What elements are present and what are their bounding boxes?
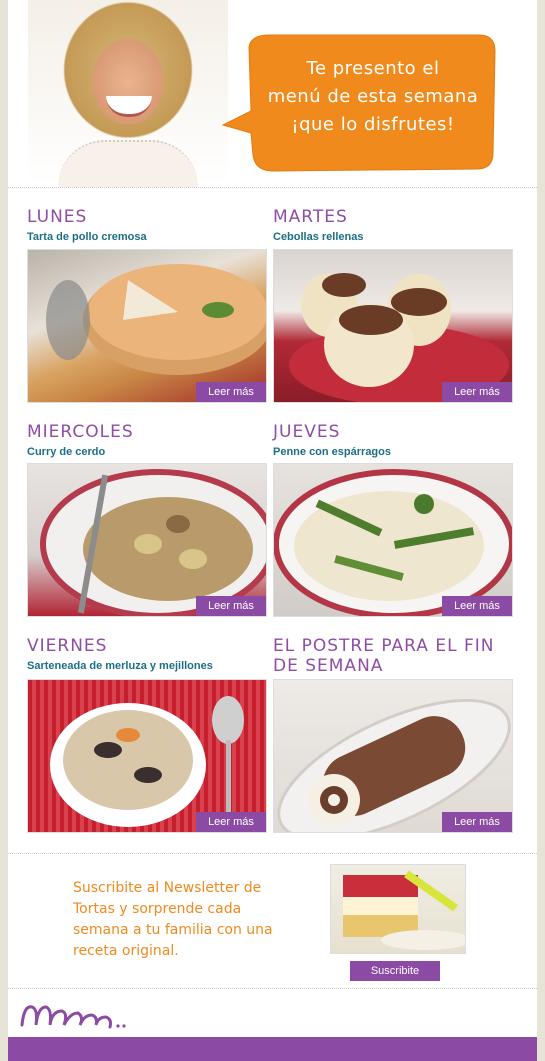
read-more-button[interactable]: Leer más — [196, 812, 266, 832]
bubble-line-2: menú de esta semana — [267, 86, 479, 107]
onions-illustration — [289, 273, 509, 402]
curry-illustration — [40, 469, 266, 616]
day-martes: MARTES Cebollas rellenas — [273, 207, 513, 245]
pie-illustration — [46, 264, 266, 375]
dish-photo-jueves[interactable]: Leer más — [273, 463, 513, 617]
day-viernes: VIERNES Sarteneada de merluza y mejillon… — [27, 636, 267, 674]
dish-photo-martes[interactable]: Leer más — [273, 249, 513, 403]
cake-illustration — [343, 870, 465, 950]
divider — [8, 853, 537, 854]
read-more-button[interactable]: Leer más — [196, 382, 266, 402]
mussels-illustration — [50, 696, 244, 827]
roll-cake-illustration — [277, 698, 511, 832]
dish-photo-lunes[interactable]: Leer más — [27, 249, 267, 403]
divider — [8, 988, 537, 989]
chef-shoulders — [58, 140, 198, 187]
chef-photo — [28, 0, 228, 187]
speech-bubble: Te presento el menú de esta semana ¡que … — [221, 33, 497, 173]
dish-link[interactable]: Penne con espárragos — [273, 446, 513, 460]
day-title: EL POSTRE PARA EL FIN DE SEMANA — [273, 636, 495, 676]
dish-link[interactable]: Tarta de pollo cremosa — [27, 231, 267, 245]
bubble-line-3: ¡que lo disfrutes! — [291, 114, 455, 135]
dish-photo-viernes[interactable]: Leer más — [27, 679, 267, 833]
mama-logo[interactable] — [18, 995, 138, 1035]
read-more-button[interactable]: Leer más — [442, 382, 512, 402]
newsletter-text: Suscribite al Newsletter de Tortas y sor… — [73, 880, 273, 959]
subscribe-button[interactable]: Suscribite — [350, 961, 440, 981]
header: Te presento el menú de esta semana ¡que … — [8, 0, 537, 187]
dish-link[interactable]: Curry de cerdo — [27, 446, 267, 460]
newsletter-email: Te presento el menú de esta semana ¡que … — [8, 0, 537, 1061]
bubble-text: Te presento el menú de esta semana ¡que … — [257, 55, 489, 139]
read-more-button[interactable]: Leer más — [196, 596, 266, 616]
footer-bar — [8, 1037, 537, 1061]
day-lunes: LUNES Tarta de pollo cremosa — [27, 207, 267, 245]
read-more-button[interactable]: Leer más — [442, 596, 512, 616]
day-title: VIERNES — [27, 636, 108, 656]
day-jueves: JUEVES Penne con espárragos — [273, 422, 513, 460]
day-title: MARTES — [273, 207, 348, 227]
chef-smile — [106, 96, 152, 117]
day-miercoles: MIERCOLES Curry de cerdo — [27, 422, 267, 460]
newsletter-cake-photo — [330, 864, 466, 954]
dish-photo-postre[interactable]: Leer más — [273, 679, 513, 833]
read-more-button[interactable]: Leer más — [442, 812, 512, 832]
dish-link[interactable]: Sarteneada de merluza y mejillones — [27, 660, 267, 674]
day-title: LUNES — [27, 207, 88, 227]
pasta-illustration — [274, 469, 512, 616]
bubble-line-1: Te presento el — [306, 58, 440, 79]
day-title: MIERCOLES — [27, 422, 134, 442]
dish-link[interactable]: Cebollas rellenas — [273, 231, 513, 245]
day-title: JUEVES — [273, 422, 341, 442]
dish-photo-miercoles[interactable]: Leer más — [27, 463, 267, 617]
divider — [8, 187, 537, 188]
day-postre: EL POSTRE PARA EL FIN DE SEMANA — [273, 636, 513, 676]
